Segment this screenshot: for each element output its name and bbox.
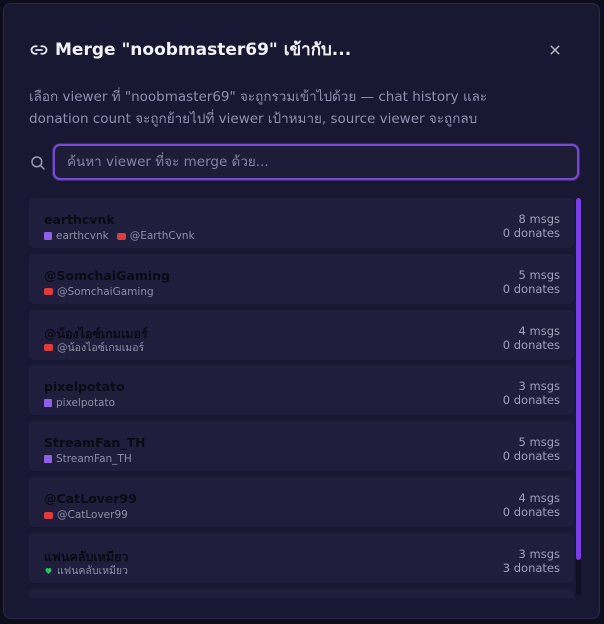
viewer-row[interactable]: StreamFan_TH StreamFan_TH 5 msgs 0 donates xyxy=(29,421,574,472)
account-twitch: earthcvnk xyxy=(44,230,109,242)
viewer-accounts: แฟนคลับเหมียว xyxy=(44,565,132,577)
youtube-icon xyxy=(116,232,126,240)
donate-count: 0 donates xyxy=(502,393,560,408)
account-twitch: pixelpotato xyxy=(44,397,115,409)
donate-count: 0 donates xyxy=(502,449,560,464)
viewer-row[interactable]: @น้องไอซ์เกมเมอร์ @น้องไอซ์เกมเมอร์ 4 msgs… xyxy=(29,309,574,360)
viewer-stats: 4 msgs 0 donates xyxy=(503,491,560,519)
viewer-row[interactable]: pixelpotato pixelpotato 3 msgs 0 donates xyxy=(29,365,574,416)
account-twitch: StreamFan_TH xyxy=(44,453,132,465)
viewer-accounts: @CatLover99 xyxy=(44,509,132,521)
account-youtube: @CatLover99 xyxy=(44,509,128,521)
viewer-accounts: @น้องไอซ์เกมเมอร์ xyxy=(44,342,148,354)
viewer-stats: 8 msgs 0 donates xyxy=(503,212,560,240)
link-icon xyxy=(30,45,48,55)
viewer-accounts: @SomchaiGaming xyxy=(44,286,158,298)
donate-count: 0 donates xyxy=(502,505,560,519)
scrollbar-thumb[interactable] xyxy=(576,198,581,560)
donate-count: 3 donates xyxy=(502,560,560,575)
viewer-stats: 4 msgs 0 donates xyxy=(503,324,560,352)
viewer-stats: 5 msgs 0 donates xyxy=(503,268,560,296)
msg-count: 3 msgs xyxy=(518,546,560,561)
viewer-row[interactable]: @CatLover99 @CatLover99 4 msgs 0 donates xyxy=(29,477,574,527)
account-heart: แฟนคลับเหมียว xyxy=(44,562,128,579)
account-handle: earthcvnk xyxy=(56,230,109,242)
twitch-icon xyxy=(44,455,52,464)
viewer-row[interactable]: @SomchaiGaming @SomchaiGaming 5 msgs 0 dona… xyxy=(29,253,574,304)
search-input[interactable] xyxy=(53,144,579,180)
msg-count: 8 msgs xyxy=(518,212,560,226)
viewer-stats: 3 msgs 3 donates xyxy=(503,547,560,575)
scrollbar[interactable] xyxy=(576,198,581,596)
youtube-icon xyxy=(44,511,53,519)
viewer-list: earthcvnk earthcvnk @EarthCvnk 8 msgs 0 dona… xyxy=(29,194,574,598)
viewer-stats: 3 msgs 0 donates xyxy=(503,379,560,407)
youtube-icon xyxy=(44,344,53,352)
heart-icon xyxy=(45,568,52,575)
account-handle: @SomchaiGaming xyxy=(57,285,154,298)
viewer-row[interactable] xyxy=(29,588,574,598)
viewer-stats: 5 msgs 0 donates xyxy=(503,435,560,463)
account-youtube: @EarthCvnk xyxy=(116,230,195,242)
merge-dialog: Merge "noobmaster69" เข้ากับ... เลือก vi… xyxy=(3,3,600,619)
account-youtube: @น้องไอซ์เกมเมอร์ xyxy=(44,339,144,356)
donate-count: 0 donates xyxy=(502,337,560,352)
dialog-description: เลือก viewer ที่ "noobmaster69" จะถูกรวม… xyxy=(29,89,488,127)
close-icon[interactable] xyxy=(546,41,564,59)
search-icon xyxy=(31,156,45,170)
dialog-title: Merge "noobmaster69" เข้ากับ... xyxy=(55,40,352,60)
account-handle: StreamFan_TH xyxy=(56,453,132,466)
viewer-name: earthcvnk xyxy=(44,212,115,227)
viewer-row[interactable]: earthcvnk earthcvnk @EarthCvnk 8 msgs 0 dona… xyxy=(29,198,574,248)
viewer-accounts: pixelpotato xyxy=(44,397,119,409)
viewer-name: @CatLover99 xyxy=(44,491,137,506)
dialog-header: Merge "noobmaster69" เข้ากับ... xyxy=(30,38,579,62)
donate-count: 0 donates xyxy=(502,226,560,240)
account-handle: pixelpotato xyxy=(56,397,116,410)
viewer-row[interactable]: แฟนคลับเหมียว แฟนคลับเหมียว 3 msgs 3 donate… xyxy=(29,532,574,583)
msg-count: 4 msgs xyxy=(518,323,560,338)
msg-count: 4 msgs xyxy=(518,491,560,505)
youtube-icon xyxy=(44,288,53,296)
msg-count: 3 msgs xyxy=(518,379,560,394)
twitch-icon xyxy=(44,232,52,240)
viewer-name: pixelpotato xyxy=(44,379,125,395)
viewer-accounts: earthcvnk @EarthCvnk xyxy=(44,230,199,242)
account-handle: @CatLover99 xyxy=(57,509,128,521)
msg-count: 5 msgs xyxy=(518,267,560,282)
msg-count: 5 msgs xyxy=(518,435,560,450)
account-youtube: @SomchaiGaming xyxy=(44,286,154,298)
viewer-name: StreamFan_TH xyxy=(44,435,146,451)
account-handle: @น้องไอซ์เกมเมอร์ xyxy=(57,342,145,355)
account-handle: แฟนคลับเหมียว xyxy=(57,565,128,578)
twitch-icon xyxy=(44,399,52,408)
donate-count: 0 donates xyxy=(502,281,560,296)
account-handle: @EarthCvnk xyxy=(129,230,195,242)
viewer-accounts: StreamFan_TH xyxy=(44,453,136,465)
viewer-name: @SomchaiGaming xyxy=(44,267,170,283)
